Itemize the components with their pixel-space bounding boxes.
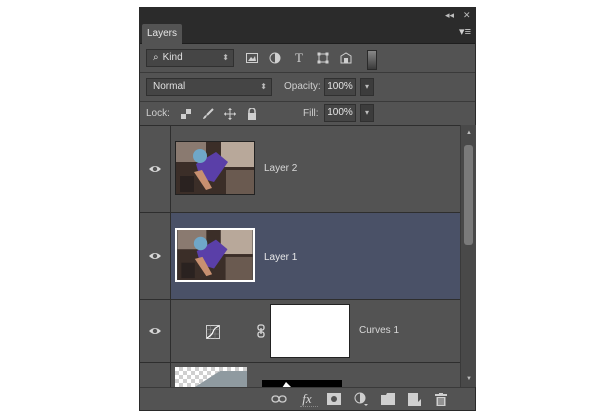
blend-mode-select[interactable]: Normal ⬍ [146,78,272,96]
new-layer-icon[interactable] [406,391,422,407]
mask-gradient-shape [282,382,291,387]
tab-layers[interactable]: Layers [142,24,182,44]
visibility-column [140,363,171,387]
filter-toggle-icon[interactable] [367,50,377,70]
layer-row[interactable]: Layer 2 [140,126,460,213]
layer-thumbnail[interactable] [175,141,255,195]
eye-icon[interactable] [148,251,162,261]
layer-thumbnail[interactable] [175,228,255,282]
blend-mode-value: Normal [153,81,186,92]
type-filter-icon[interactable]: T [291,50,307,66]
visibility-column [140,300,171,362]
fx-label: fx [302,391,312,406]
tab-bar: Layers ▾≡ [140,22,475,44]
collapse-icon[interactable]: ◂◂ [445,9,454,21]
visibility-column [140,126,171,212]
filter-row: ⌕ Kind ⬍ T [140,44,475,72]
layer-thumbnail-image [176,142,254,194]
opacity-dropdown-button[interactable]: ▾ [360,78,374,96]
new-group-icon[interactable] [380,391,396,407]
layer-mask-thumbnail[interactable] [270,304,350,358]
resize-grip[interactable] [300,406,318,410]
link-layers-icon[interactable] [271,391,287,407]
search-icon: ⌕ [153,52,159,63]
layers-bottom-toolbar: fx [140,387,475,410]
new-adjustment-icon[interactable] [353,391,369,407]
shape-filter-icon[interactable] [315,50,331,66]
fill-label: Fill: [303,108,319,119]
layer-mask-thumbnail[interactable] [262,380,342,387]
select-arrow-icon: ⬍ [260,82,267,91]
visibility-column [140,213,171,299]
lock-all-icon[interactable] [244,106,260,122]
layer-row[interactable]: Curves 1 [140,300,460,363]
lock-image-pixels-icon[interactable] [200,106,216,122]
filter-kind-label: Kind [162,52,183,63]
eye-icon[interactable] [148,326,162,336]
lock-row: Lock: Fill: 100% ▾ [140,102,475,125]
eye-icon[interactable] [148,164,162,174]
smart-object-filter-icon[interactable] [338,50,354,66]
layer-thumbnail-image [195,371,247,387]
blend-row: Normal ⬍ Opacity: 100% ▾ [140,73,475,101]
layer-row-selected[interactable]: Layer 1 [140,213,460,300]
scroll-down-icon[interactable]: ▼ [461,373,477,385]
add-mask-icon[interactable] [326,391,342,407]
scrollbar-thumb[interactable] [464,145,473,245]
layers-list: Layer 2 Layer 1 Curves 1 [140,125,460,387]
layer-thumbnail-image [177,230,253,280]
layer-name[interactable]: Curves 1 [359,325,399,337]
image-filter-icon[interactable] [244,50,260,66]
layer-row[interactable] [140,363,460,387]
layer-thumbnail[interactable] [175,367,247,387]
layer-name[interactable]: Layer 2 [264,163,297,175]
layers-scrollbar[interactable]: ▲ ▼ [460,125,476,387]
scroll-up-icon[interactable]: ▲ [461,127,477,139]
fill-dropdown-button[interactable]: ▾ [360,104,374,122]
opacity-input[interactable]: 100% [324,78,356,96]
adjustment-filter-icon[interactable] [267,50,283,66]
fill-input[interactable]: 100% [324,104,356,122]
mask-link-icon[interactable] [257,324,265,338]
lock-label: Lock: [146,108,170,119]
close-icon[interactable]: ✕ [463,9,471,21]
opacity-label: Opacity: [284,81,321,92]
layer-name[interactable]: Layer 1 [264,252,297,264]
filter-kind-select[interactable]: ⌕ Kind ⬍ [146,49,234,67]
lock-position-icon[interactable] [222,106,238,122]
lock-transparent-pixels-icon[interactable] [178,106,194,122]
panel-menu-icon[interactable]: ▾≡ [459,26,471,38]
delete-layer-icon[interactable] [433,391,449,407]
panel-title-strip: ◂◂ ✕ [140,8,475,22]
curves-adjustment-icon[interactable] [206,325,220,339]
layers-panel: ◂◂ ✕ Layers ▾≡ ⌕ Kind ⬍ T Normal ⬍ Opaci… [139,7,476,411]
layer-style-icon[interactable]: fx [299,391,315,407]
select-arrow-icon: ⬍ [222,53,229,62]
